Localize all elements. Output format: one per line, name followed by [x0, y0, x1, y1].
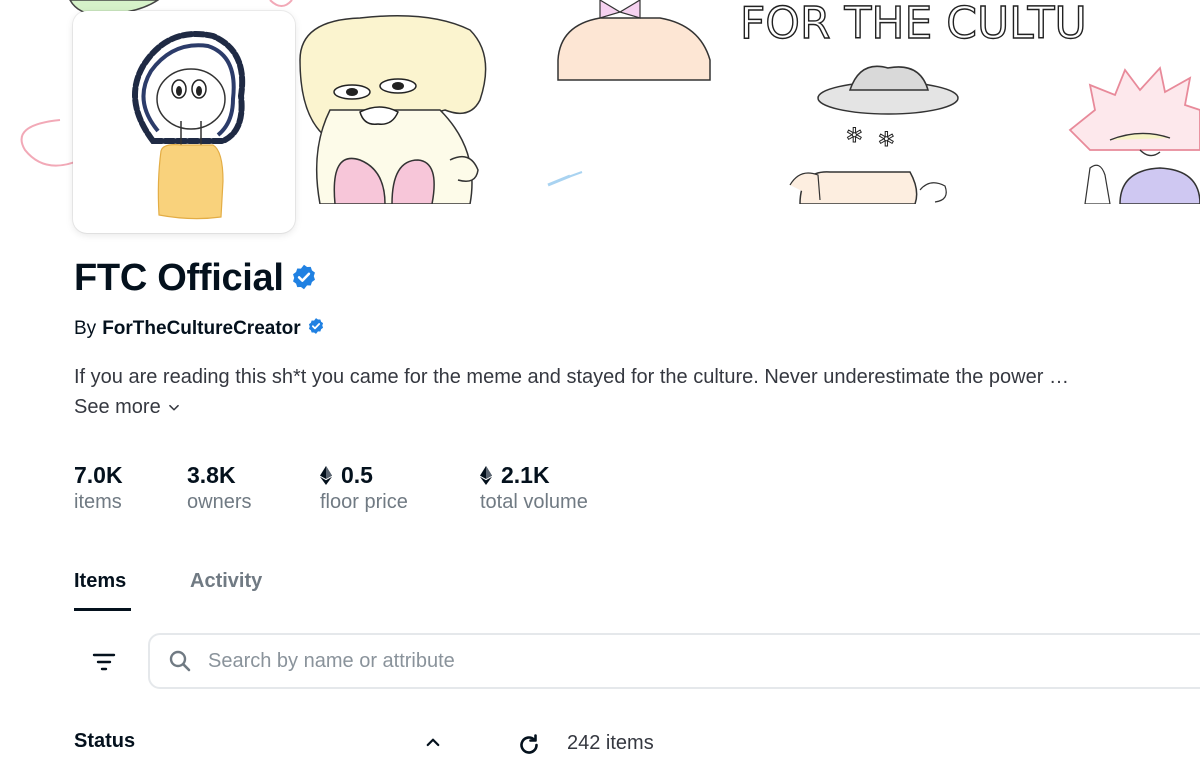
filter-list-icon	[92, 653, 116, 671]
verified-badge-icon	[290, 263, 318, 296]
stat-label: items	[74, 491, 122, 513]
stat-floor-price[interactable]: 0.5 floor price	[320, 460, 408, 514]
stat-label: owners	[187, 491, 252, 513]
refresh-icon	[520, 734, 538, 754]
by-label: By	[74, 318, 97, 339]
collection-description: If you are reading this sh*t you came fo…	[74, 366, 1069, 388]
collection-title-row: FTC Official	[74, 252, 318, 304]
active-tab-indicator	[74, 608, 131, 611]
see-more-button[interactable]: See more	[74, 396, 181, 419]
search-box[interactable]	[148, 633, 1200, 689]
stat-label: floor price	[320, 491, 408, 513]
stat-total-volume[interactable]: 2.1K total volume	[480, 460, 588, 514]
filter-toggle-button[interactable]	[84, 640, 124, 684]
search-icon	[168, 649, 192, 673]
stat-value: 2.1K	[501, 461, 550, 488]
refresh-button[interactable]	[515, 731, 543, 759]
ethereum-icon	[320, 465, 332, 485]
see-more-label: See more	[74, 396, 161, 418]
chevron-up-icon	[426, 738, 440, 747]
ethereum-icon	[480, 465, 492, 485]
svg-text:✲: ✲	[846, 125, 863, 147]
search-input[interactable]	[206, 648, 1200, 674]
stat-value: 7.0K	[74, 461, 123, 488]
creator-link[interactable]: ForTheCultureCreator	[102, 318, 300, 340]
creator-row: By ForTheCultureCreator	[74, 317, 325, 341]
stat-label: total volume	[480, 491, 588, 513]
stat-value: 3.8K	[187, 461, 236, 488]
verified-badge-icon	[307, 317, 325, 341]
items-count: 242 items	[567, 732, 654, 754]
chevron-down-icon	[168, 404, 179, 411]
tab-items[interactable]: Items	[74, 570, 126, 593]
tab-activity[interactable]: Activity	[190, 570, 262, 593]
status-filter-label[interactable]: Status	[74, 730, 135, 753]
avatar-artwork	[132, 31, 246, 220]
stat-items: 7.0K items	[74, 460, 123, 514]
stat-value: 0.5	[341, 461, 373, 488]
collection-avatar[interactable]	[73, 11, 295, 233]
stat-owners: 3.8K owners	[187, 460, 251, 514]
svg-text:✲: ✲	[878, 129, 895, 151]
collection-title: FTC Official	[74, 257, 284, 299]
banner-art-text: FOR THE CULTU	[740, 0, 1087, 49]
status-collapse-button[interactable]	[420, 730, 446, 754]
